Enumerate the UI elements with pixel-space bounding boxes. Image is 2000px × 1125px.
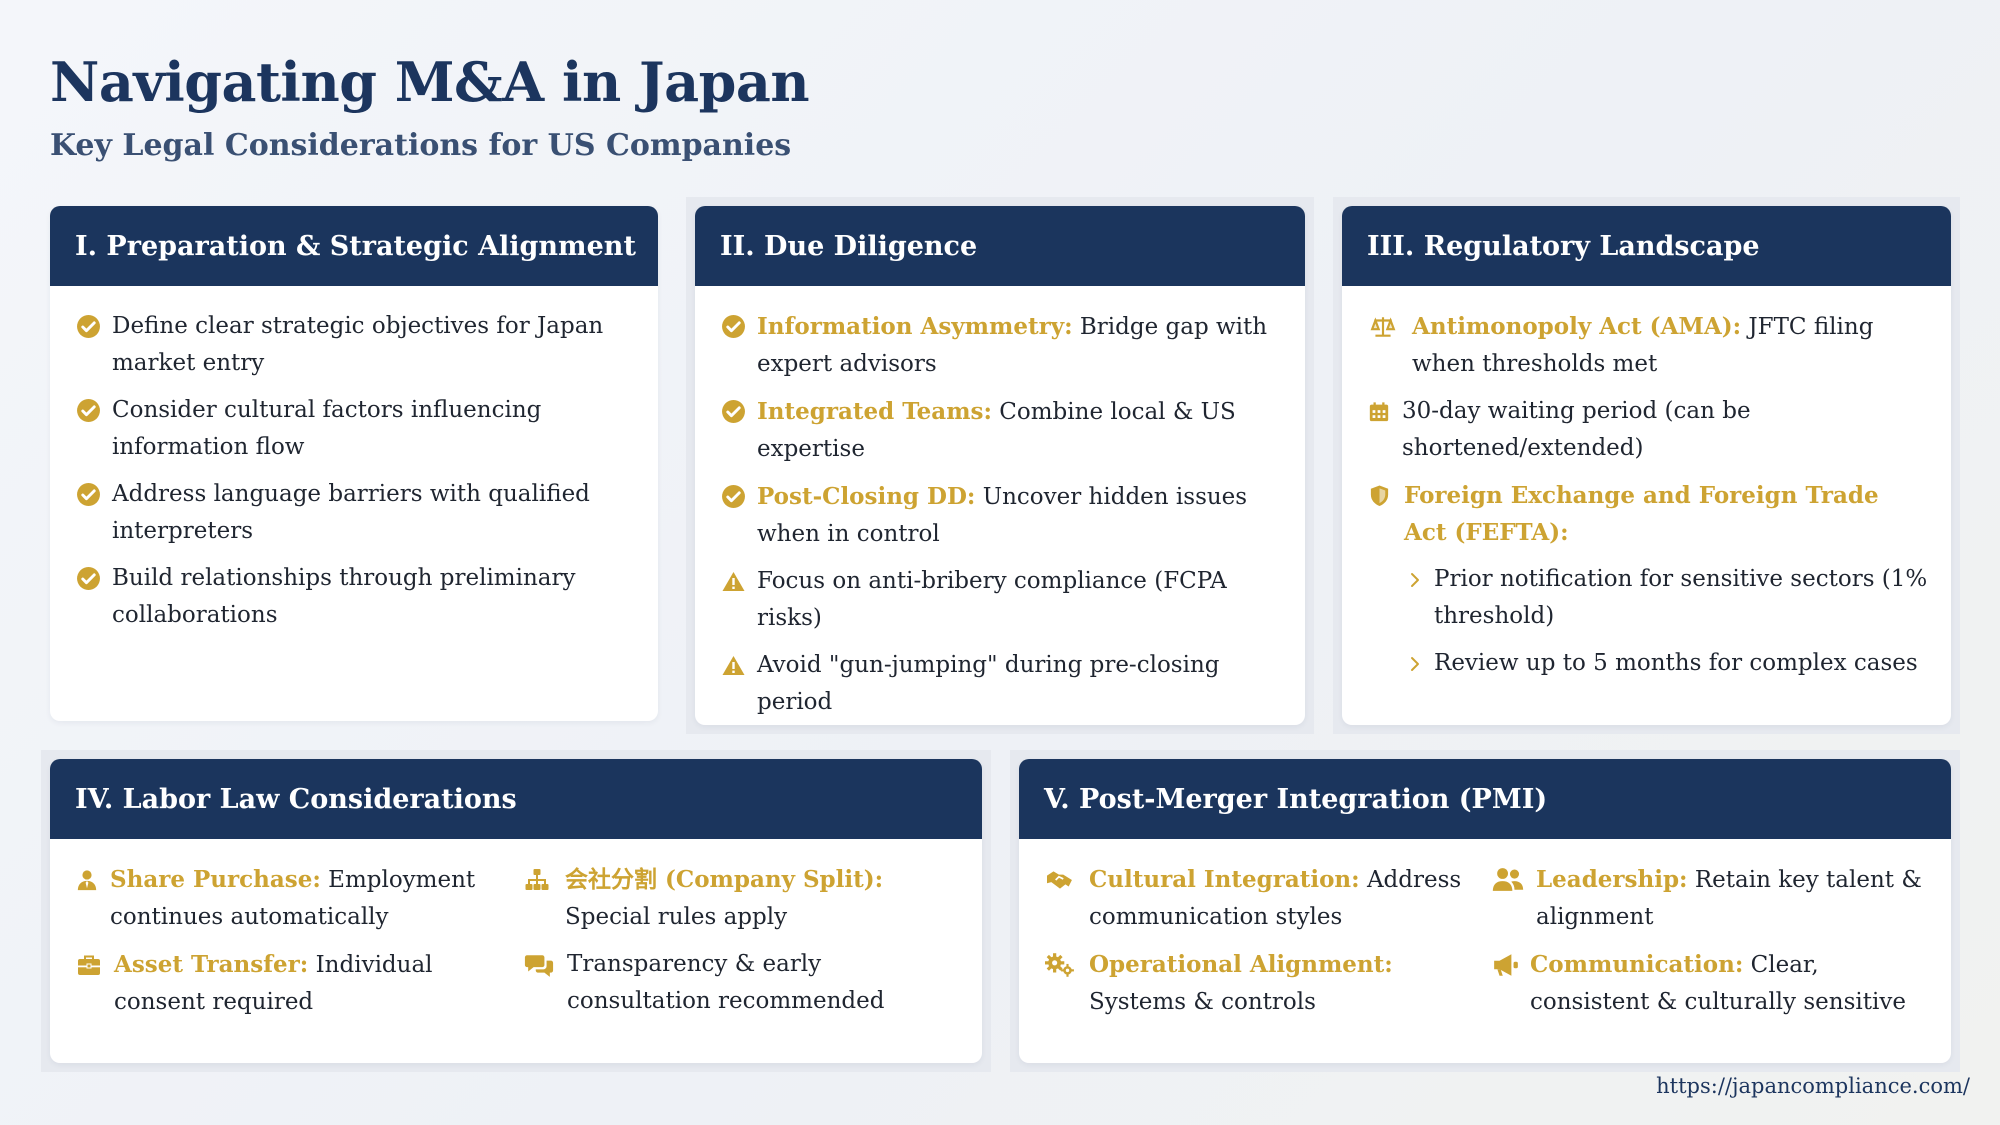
card-labor-body: Share Purchase: Employment continues aut… xyxy=(50,839,982,1031)
item-label: Operational Alignment: xyxy=(1089,951,1393,978)
list-item: Antimonopoly Act (AMA): JFTC filing when… xyxy=(1368,308,1929,383)
item-label: Integrated Teams: xyxy=(757,398,992,425)
item-text: 30-day waiting period (can be shortened/… xyxy=(1402,398,1751,461)
list-item: 会社分割 (Company Split): Special rules appl… xyxy=(523,861,960,936)
card-regulatory: III. Regulatory Landscape Antimonopoly A… xyxy=(1342,206,1951,725)
item-text: Define clear strategic objectives for Ja… xyxy=(112,313,604,376)
check-circle-icon xyxy=(76,560,112,597)
list-item: Operational Alignment: Systems & control… xyxy=(1045,946,1482,1021)
list-item: Leadership: Retain key talent & alignmen… xyxy=(1492,861,1929,936)
card-labor-frame: IV. Labor Law Considerations Share Purch… xyxy=(41,750,991,1072)
item-label: Communication: xyxy=(1530,951,1744,978)
card-pmi-title: V. Post-Merger Integration (PMI) xyxy=(1019,759,1951,839)
card-due-diligence-body: Information Asymmetry: Bridge gap with e… xyxy=(695,286,1305,721)
item-text: Build relationships through preliminary … xyxy=(112,565,576,628)
item-text: Systems & controls xyxy=(1089,989,1316,1015)
item-text: Consider cultural factors influencing in… xyxy=(112,397,542,460)
check-circle-icon xyxy=(76,308,112,345)
item-label: 会社分割 (Company Split): xyxy=(565,866,884,893)
item-label: Information Asymmetry: xyxy=(757,313,1073,340)
briefcase-icon xyxy=(76,946,114,983)
sub-list-item: Prior notification for sensitive sectors… xyxy=(1368,561,1929,635)
list-item: Avoid "gun-jumping" during pre-closing p… xyxy=(721,647,1283,721)
list-item: Post-Closing DD: Uncover hidden issues w… xyxy=(721,478,1283,553)
item-label: Leadership: xyxy=(1536,866,1688,893)
sub-list-item: Review up to 5 months for complex cases xyxy=(1368,645,1929,682)
calendar-icon xyxy=(1368,393,1402,430)
list-item: Share Purchase: Employment continues aut… xyxy=(76,861,513,936)
card-preparation-title: I. Preparation & Strategic Alignment xyxy=(50,206,658,286)
item-label: Share Purchase: xyxy=(110,866,321,893)
card-due-diligence: II. Due Diligence Information Asymmetry:… xyxy=(695,206,1305,725)
megaphone-icon xyxy=(1492,946,1530,983)
card-regulatory-body: Antimonopoly Act (AMA): JFTC filing when… xyxy=(1342,286,1951,682)
check-circle-icon xyxy=(721,308,757,345)
footer-url[interactable]: https://japancompliance.com/ xyxy=(1656,1074,1970,1098)
item-text: Prior notification for sensitive sectors… xyxy=(1434,566,1928,629)
list-item: Asset Transfer: Individual consent requi… xyxy=(76,946,513,1021)
item-text: Review up to 5 months for complex cases xyxy=(1434,650,1918,676)
page-subtitle: Key Legal Considerations for US Companie… xyxy=(50,128,792,163)
card-due-diligence-title: II. Due Diligence xyxy=(695,206,1305,286)
page-title: Navigating M&A in Japan xyxy=(50,50,810,114)
scale-icon xyxy=(1368,308,1412,345)
item-label: Post-Closing DD: xyxy=(757,483,976,510)
check-circle-icon xyxy=(76,392,112,429)
shield-icon xyxy=(1368,477,1404,514)
card-preparation: I. Preparation & Strategic Alignment Def… xyxy=(50,206,658,721)
list-item: Foreign Exchange and Foreign Trade Act (… xyxy=(1368,477,1929,551)
chevron-right-icon xyxy=(1406,561,1434,598)
item-label: Antimonopoly Act (AMA): xyxy=(1412,313,1742,340)
list-item: Integrated Teams: Combine local & US exp… xyxy=(721,393,1283,468)
list-item: 30-day waiting period (can be shortened/… xyxy=(1368,393,1929,467)
item-text: Transparency & early consultation recomm… xyxy=(567,951,885,1014)
card-pmi-body: Cultural Integration: Address communicat… xyxy=(1019,839,1951,1031)
item-label: Cultural Integration: xyxy=(1089,866,1360,893)
user-tie-icon xyxy=(76,861,110,898)
list-item: Define clear strategic objectives for Ja… xyxy=(76,308,636,382)
list-item: Cultural Integration: Address communicat… xyxy=(1045,861,1482,936)
item-text: Avoid "gun-jumping" during pre-closing p… xyxy=(757,652,1220,715)
handshake-icon xyxy=(1045,861,1089,898)
card-pmi: V. Post-Merger Integration (PMI) Cultura… xyxy=(1019,759,1951,1063)
list-item: Communication: Clear, consistent & cultu… xyxy=(1492,946,1929,1021)
item-label: Foreign Exchange and Foreign Trade Act (… xyxy=(1404,482,1879,546)
sitemap-icon xyxy=(523,861,565,898)
card-preparation-frame: I. Preparation & Strategic Alignment Def… xyxy=(41,197,667,730)
card-due-diligence-frame: II. Due Diligence Information Asymmetry:… xyxy=(686,197,1314,734)
item-text: Focus on anti-bribery compliance (FCPA r… xyxy=(757,568,1227,631)
users-icon xyxy=(1492,861,1536,898)
list-item: Build relationships through preliminary … xyxy=(76,560,636,634)
list-item: Information Asymmetry: Bridge gap with e… xyxy=(721,308,1283,383)
warning-icon xyxy=(721,563,757,600)
warning-icon xyxy=(721,647,757,684)
card-pmi-frame: V. Post-Merger Integration (PMI) Cultura… xyxy=(1010,750,1960,1072)
cogs-icon xyxy=(1045,946,1089,983)
list-item: Focus on anti-bribery compliance (FCPA r… xyxy=(721,563,1283,637)
comments-icon xyxy=(523,946,567,983)
check-circle-icon xyxy=(721,478,757,515)
check-circle-icon xyxy=(76,476,112,513)
card-labor-title: IV. Labor Law Considerations xyxy=(50,759,982,839)
item-text: Address language barriers with qualified… xyxy=(112,481,590,544)
list-item: Address language barriers with qualified… xyxy=(76,476,636,550)
item-label: Asset Transfer: xyxy=(114,951,309,978)
card-regulatory-frame: III. Regulatory Landscape Antimonopoly A… xyxy=(1333,197,1960,734)
card-labor: IV. Labor Law Considerations Share Purch… xyxy=(50,759,982,1063)
card-regulatory-title: III. Regulatory Landscape xyxy=(1342,206,1951,286)
item-text: Special rules apply xyxy=(565,904,788,930)
chevron-right-icon xyxy=(1406,645,1434,682)
check-circle-icon xyxy=(721,393,757,430)
card-preparation-body: Define clear strategic objectives for Ja… xyxy=(50,286,658,634)
list-item: Transparency & early consultation recomm… xyxy=(523,946,960,1020)
list-item: Consider cultural factors influencing in… xyxy=(76,392,636,466)
